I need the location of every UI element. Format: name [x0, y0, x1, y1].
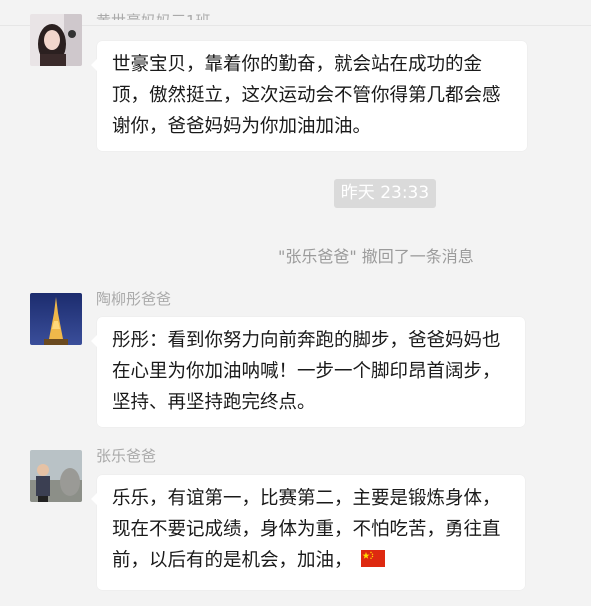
sender-name: 陶柳彤爸爸	[96, 290, 172, 308]
message-bubble[interactable]: 世豪宝贝，靠着你的勤奋，就会站在成功的金顶，傲然挺立，这次运动会不管你得第几都会…	[91, 41, 527, 151]
message-text: 乐乐，有谊第一，比赛第二，主要是锻炼身体，现在不要记成绩，身体为重，不怕吃苦，勇…	[112, 488, 501, 571]
avatar-photo-icon	[30, 14, 82, 66]
message-text: 彤彤：看到你努力向前奔跑的脚步，爸爸妈妈也在心里为你加油呐喊！一步一个脚印昂首阔…	[112, 330, 501, 413]
person-photo-icon	[30, 450, 82, 502]
timestamp: 昨天 23:33	[334, 179, 436, 208]
sender-name: 黄世豪妈妈三1班	[96, 10, 211, 20]
recall-notice: "张乐爸爸" 撤回了一条消息	[278, 247, 474, 266]
avatar-sender-1[interactable]	[30, 14, 82, 66]
avatar-sender-2[interactable]	[30, 293, 82, 345]
sender-name: 张乐爸爸	[96, 447, 157, 465]
message-bubble[interactable]: 彤彤：看到你努力向前奔跑的脚步，爸爸妈妈也在心里为你加油呐喊！一步一个脚印昂首阔…	[91, 317, 525, 427]
china-flag-icon	[360, 546, 385, 577]
top-bar	[0, 0, 591, 26]
message-bubble[interactable]: 乐乐，有谊第一，比赛第二，主要是锻炼身体，现在不要记成绩，身体为重，不怕吃苦，勇…	[91, 475, 525, 590]
message-text: 世豪宝贝，靠着你的勤奋，就会站在成功的金顶，傲然挺立，这次运动会不管你得第几都会…	[112, 54, 501, 137]
avatar-sender-3[interactable]	[30, 450, 82, 502]
eiffel-tower-photo-icon	[30, 293, 82, 345]
